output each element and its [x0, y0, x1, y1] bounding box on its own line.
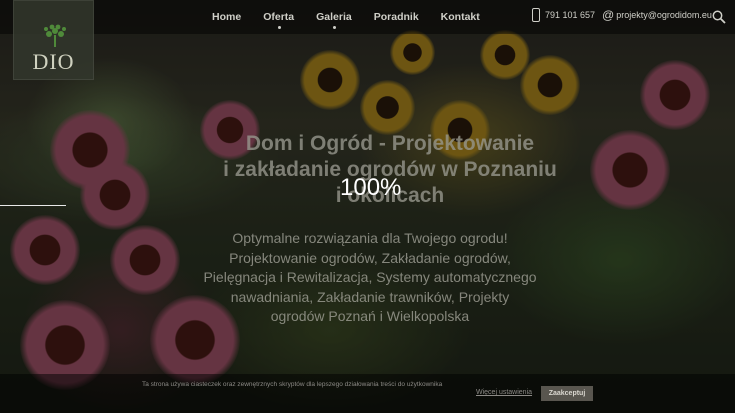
- tree-icon: [44, 24, 66, 47]
- submenu-dot-icon: [277, 26, 281, 29]
- main-nav: Home Oferta Galeria Poradnik Kontakt: [212, 11, 502, 29]
- hero-title-line: Dom i Ogród - Projektowanie: [245, 132, 535, 155]
- search-icon[interactable]: [712, 10, 726, 24]
- loader-progress-bar: [0, 205, 66, 206]
- loader-percent: 100%: [340, 174, 402, 201]
- hero-subtitle: Optymalne rozwiązania dla Twojego ogrodu…: [190, 229, 550, 327]
- email-contact[interactable]: @ projekty@ogrodidom.eu: [602, 8, 712, 22]
- nav-item-poradnik[interactable]: Poradnik: [374, 11, 419, 23]
- logo-text: DIO: [32, 49, 75, 74]
- site-header: Home Oferta Galeria Poradnik Kontakt 791…: [0, 0, 735, 34]
- cookie-accept-button[interactable]: Zaakceptuj: [541, 386, 593, 401]
- hero-subtitle-line: Pielęgnacja i Rewitalizacja, Systemy aut…: [203, 269, 537, 286]
- nav-label: Oferta: [263, 11, 295, 23]
- nav-label: Kontakt: [440, 11, 480, 23]
- at-icon: @: [602, 8, 615, 22]
- nav-label: Galeria: [316, 11, 352, 23]
- phone-contact[interactable]: 791 101 657: [532, 8, 595, 22]
- nav-item-galeria[interactable]: Galeria: [316, 11, 352, 29]
- submenu-dot-icon: [332, 26, 336, 29]
- cookie-bar: Ta strona używa ciasteczek oraz zewnętrz…: [0, 374, 735, 413]
- cookie-text: Ta strona używa ciasteczek oraz zewnętrz…: [142, 381, 443, 388]
- site-logo[interactable]: DIO: [13, 0, 94, 80]
- nav-item-kontakt[interactable]: Kontakt: [441, 11, 480, 23]
- nav-item-oferta[interactable]: Oferta: [263, 11, 295, 29]
- hero-subtitle-line: Optymalne rozwiązania dla Twojego ogrodu…: [232, 230, 508, 246]
- nav-item-home[interactable]: Home: [212, 11, 241, 23]
- cookie-more-link[interactable]: Więcej ustawienia: [476, 389, 532, 396]
- nav-label: Home: [212, 11, 242, 23]
- phone-icon: [532, 8, 540, 22]
- nav-label: Poradnik: [373, 11, 419, 23]
- email-address: projekty@ogrodidom.eu: [616, 10, 712, 20]
- phone-number: 791 101 657: [545, 10, 596, 20]
- hero-subtitle-line: Projektowanie ogrodów, Zakładanie ogrodó…: [229, 249, 511, 266]
- hero-subtitle-line: ogrodów Poznań i Wielkopolska: [270, 308, 470, 325]
- hero-subtitle-line: nawadniania, Zakładanie trawników, Proje…: [230, 288, 510, 305]
